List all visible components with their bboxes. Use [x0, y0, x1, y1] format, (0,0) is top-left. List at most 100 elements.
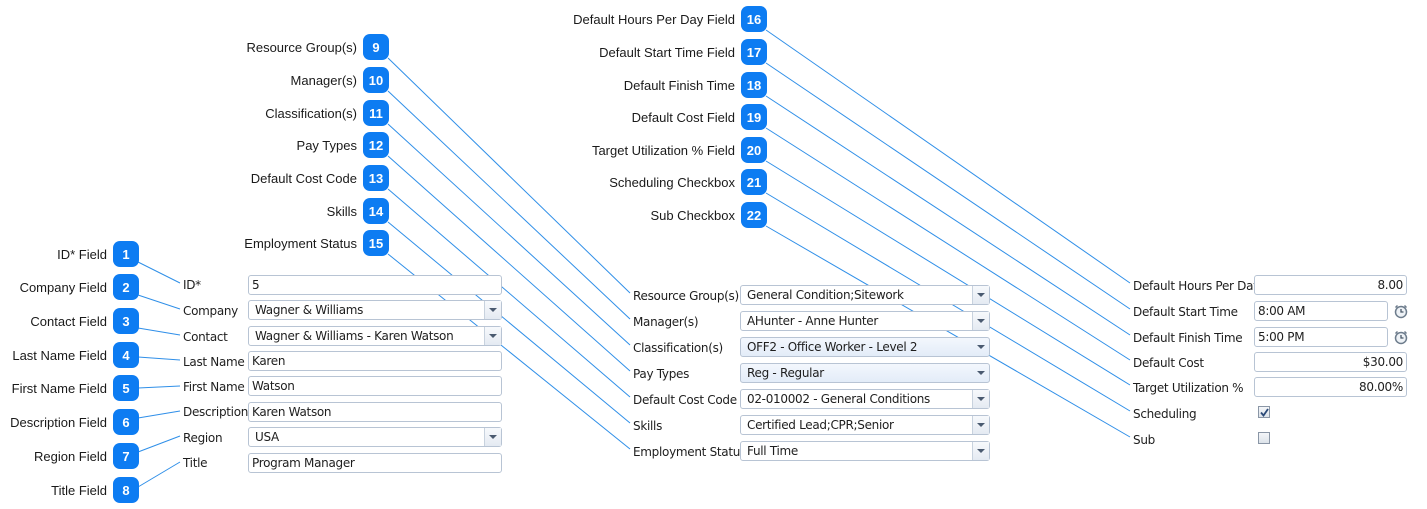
default-cost-code-dropdown[interactable]: 02-010002 - General Conditions: [740, 389, 990, 409]
callout-22-text: Sub Checkbox: [650, 207, 735, 223]
callout-2: Company Field 2: [20, 274, 139, 300]
skills-label: Skills: [633, 419, 663, 433]
default-finish-time-label: Default Finish Time: [1133, 331, 1243, 345]
default-cost-code-value: 02-010002 - General Conditions: [747, 392, 930, 406]
chevron-down-icon[interactable]: [972, 416, 989, 434]
callout-21: Scheduling Checkbox 21: [609, 169, 767, 195]
callout-17: Default Start Time Field 17: [599, 39, 767, 65]
company-dropdown[interactable]: Wagner & Williams: [248, 300, 502, 320]
description-field[interactable]: Karen Watson: [248, 402, 502, 422]
default-cost-field[interactable]: $30.00: [1254, 352, 1407, 372]
description-label: Description: [183, 405, 249, 419]
callout-13-text: Default Cost Code: [250, 170, 357, 186]
callout-badge: 6: [113, 409, 139, 435]
resource-groups-dropdown[interactable]: General Condition;Sitework: [740, 285, 990, 305]
default-hours-per-day-label: Default Hours Per Day: [1133, 279, 1260, 293]
connector-line-3: [137, 327, 181, 336]
contact-dropdown[interactable]: Wagner & Williams - Karen Watson: [248, 326, 502, 346]
callout-badge: 2: [113, 274, 139, 300]
callout-16-text: Default Hours Per Day Field: [573, 11, 735, 27]
callout-20: Target Utilization % Field 20: [592, 137, 767, 163]
target-utilization-field[interactable]: 80.00%: [1254, 377, 1407, 397]
connector-line-2: [137, 294, 181, 310]
title-label: Title: [183, 456, 208, 470]
chevron-down-icon[interactable]: [484, 428, 501, 446]
pay-types-dropdown[interactable]: Reg - Regular: [740, 363, 990, 383]
callout-badge: 3: [113, 308, 139, 334]
chevron-down-icon[interactable]: [973, 364, 989, 382]
callout-badge: 18: [741, 72, 767, 98]
classifications-value: OFF2 - Office Worker - Level 2: [747, 340, 918, 354]
default-cost-label: Default Cost: [1133, 356, 1204, 370]
callout-11-text: Classification(s): [265, 105, 357, 121]
callout-22: Sub Checkbox 22: [650, 202, 767, 228]
connector-line-4: [137, 356, 181, 361]
callout-18: Default Finish Time 18: [624, 72, 767, 98]
callout-6-text: Description Field: [10, 414, 107, 430]
callout-11: Classification(s) 11: [265, 100, 389, 126]
employment-status-dropdown[interactable]: Full Time: [740, 441, 990, 461]
contact-value: Wagner & Williams - Karen Watson: [255, 329, 454, 343]
callout-8-text: Title Field: [51, 482, 107, 498]
callout-2-text: Company Field: [19, 279, 107, 295]
clock-icon[interactable]: [1393, 303, 1409, 319]
callout-10: Manager(s) 10: [291, 67, 389, 93]
managers-dropdown[interactable]: AHunter - Anne Hunter: [740, 311, 990, 331]
default-cost-code-label: Default Cost Code: [633, 393, 737, 407]
connector-line-16: [765, 29, 1131, 284]
id-field[interactable]: 5: [248, 275, 502, 295]
chevron-down-icon[interactable]: [972, 442, 989, 460]
callout-badge: 5: [113, 375, 139, 401]
first-name-field[interactable]: Watson: [248, 376, 502, 396]
resource-groups-label: Resource Group(s): [633, 289, 739, 303]
classifications-dropdown[interactable]: OFF2 - Office Worker - Level 2: [740, 337, 990, 357]
last-name-field[interactable]: Karen: [248, 351, 502, 371]
chevron-down-icon[interactable]: [972, 286, 989, 304]
callout-12: Pay Types 12: [297, 132, 389, 158]
chevron-down-icon[interactable]: [484, 327, 501, 345]
skills-value: Certified Lead;CPR;Senior: [747, 418, 894, 432]
callout-badge: 20: [741, 137, 767, 163]
skills-dropdown[interactable]: Certified Lead;CPR;Senior: [740, 415, 990, 435]
default-finish-time-field[interactable]: 5:00 PM: [1254, 327, 1388, 347]
callout-5-text: First Name Field: [11, 380, 107, 396]
connector-line-8: [137, 461, 181, 488]
callout-badge: 7: [113, 443, 139, 469]
callout-badge: 13: [363, 165, 389, 191]
chevron-down-icon[interactable]: [973, 338, 989, 356]
connector-line-7: [137, 435, 181, 453]
managers-value: AHunter - Anne Hunter: [747, 314, 878, 328]
scheduling-checkbox[interactable]: [1258, 406, 1270, 418]
clock-icon[interactable]: [1393, 329, 1409, 345]
pay-types-value: Reg - Regular: [747, 366, 824, 380]
default-start-time-field[interactable]: 8:00 AM: [1254, 301, 1388, 321]
first-name-label: First Name: [183, 380, 245, 394]
callout-badge: 16: [741, 6, 767, 32]
default-hours-per-day-field[interactable]: 8.00: [1254, 275, 1407, 295]
callout-5: First Name Field 5: [12, 375, 139, 401]
callout-10-text: Manager(s): [290, 72, 357, 88]
pay-types-label: Pay Types: [633, 367, 690, 381]
scheduling-label: Scheduling: [1133, 407, 1197, 421]
callout-badge: 14: [363, 198, 389, 224]
callout-8: Title Field 8: [51, 477, 139, 503]
callout-12-text: Pay Types: [296, 137, 357, 153]
contact-label: Contact: [183, 330, 228, 344]
sub-checkbox[interactable]: [1258, 432, 1270, 444]
chevron-down-icon[interactable]: [972, 312, 989, 330]
chevron-down-icon[interactable]: [972, 390, 989, 408]
last-name-label: Last Name: [183, 355, 245, 369]
connector-line-1: [137, 261, 181, 284]
callout-14: Skills 14: [327, 198, 389, 224]
employment-status-label: Employment Status: [633, 445, 747, 459]
region-dropdown[interactable]: USA: [248, 427, 502, 447]
connector-line-5: [137, 385, 181, 389]
callout-18-text: Default Finish Time: [623, 77, 735, 93]
title-field[interactable]: Program Manager: [248, 453, 502, 473]
region-label: Region: [183, 431, 223, 445]
company-label: Company: [183, 304, 238, 318]
callout-3-text: Contact Field: [30, 313, 107, 329]
chevron-down-icon[interactable]: [484, 301, 501, 319]
callout-badge: 10: [363, 67, 389, 93]
callout-badge: 17: [741, 39, 767, 65]
